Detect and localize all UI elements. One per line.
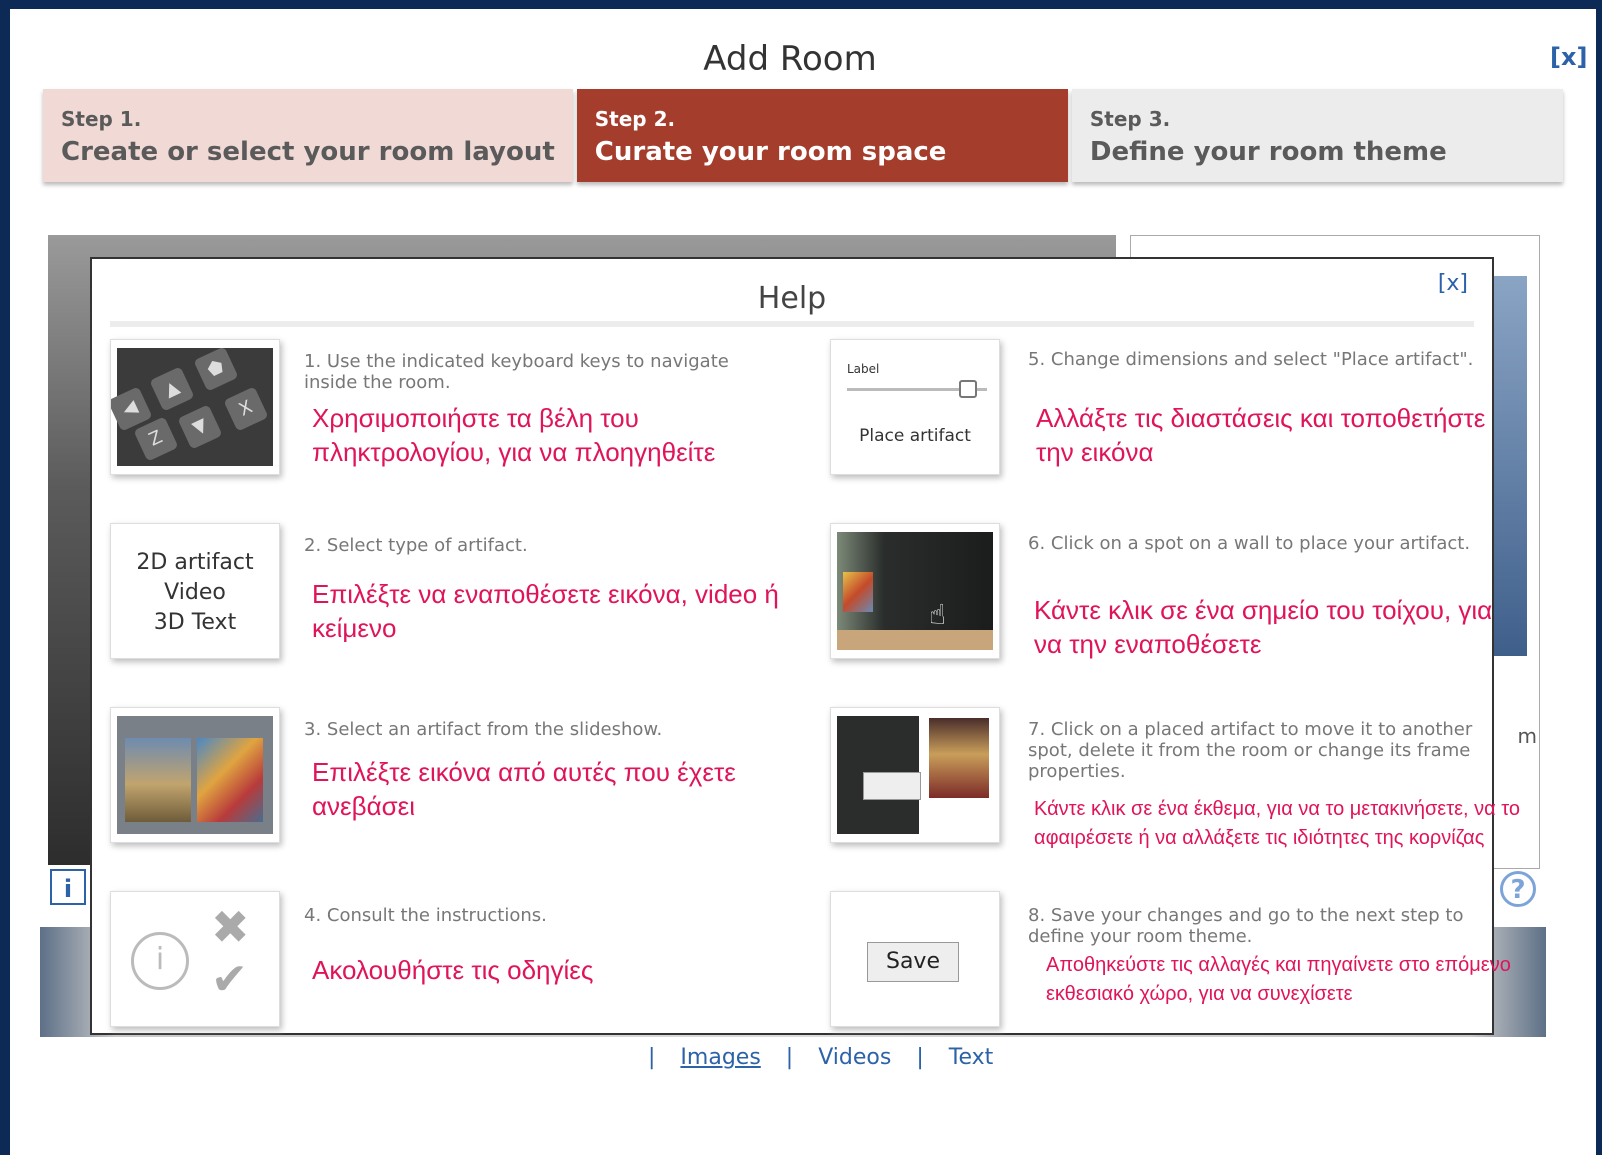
keyboard-keys-thumbnail: ◀ ▲ ⬟ Z ▼ X [110, 339, 280, 475]
help-step-7-translation: Κάντε κλικ σε ένα έκθεμα, για να το μετα… [1034, 798, 1521, 849]
artifact-type-thumbnail: 2D artifact Video 3D Text [110, 523, 280, 659]
step-number: Step 2. [594, 107, 676, 131]
text-link[interactable]: Text [949, 1045, 994, 1070]
arrow-key-icon: ▲ [149, 366, 195, 412]
hand-cursor-icon: ☝ [929, 598, 947, 631]
images-link[interactable]: Images [680, 1045, 760, 1070]
videos-link[interactable]: Videos [818, 1045, 891, 1070]
help-step-2-text: 2. Select type of artifact. [304, 535, 528, 556]
place-artifact-thumbnail: Label Place artifact [830, 339, 1000, 475]
help-step-6-translation: Κάντε κλικ σε ένα σημείο του τοίχου, για… [1034, 595, 1493, 659]
help-step-3-translation: Επιλέξτε εικόνα από αυτές που έχετε ανεβ… [312, 757, 736, 821]
help-close-button[interactable]: [x] [1438, 271, 1468, 296]
wall-spot-thumbnail: ☝ [830, 523, 1000, 659]
help-step-6-text: 6. Click on a spot on a wall to place yo… [1028, 533, 1471, 554]
wall-painting [843, 572, 873, 612]
step-label: Define your room theme [1089, 137, 1447, 167]
help-icon[interactable]: ? [1500, 871, 1536, 907]
step-2-tab[interactable]: Step 2. Curate your room space [576, 89, 1068, 182]
move-artifact-image [837, 716, 993, 834]
artifact-type-3d-text: 3D Text [153, 610, 237, 635]
help-step-4-text: 4. Consult the instructions. [304, 905, 547, 926]
help-step-8-translation: Αποθηκεύστε τις αλλαγές και πηγαίνετε στ… [1046, 954, 1511, 1005]
help-step-3-text: 3. Select an artifact from the slideshow… [304, 719, 663, 740]
help-step-5-translation: Αλλάξτε τις διαστάσεις και τοποθετήστε τ… [1036, 403, 1486, 467]
arrow-key-icon: ⬟ [193, 346, 239, 392]
artifact-type-list: 2D artifact Video 3D Text [111, 548, 279, 638]
artifact-type-links: | Images | Videos | Text [630, 1045, 993, 1070]
step-number: Step 1. [61, 107, 142, 131]
help-step-1-translation: Χρησιμοποιήστε τα βέλη του πληκτρολογίου… [312, 403, 716, 467]
keyboard-image: ◀ ▲ ⬟ Z ▼ X [111, 346, 273, 466]
artifact-type-video: Video [164, 580, 226, 605]
help-step-1-text: 1. Use the indicated keyboard keys to na… [304, 351, 729, 393]
save-button-image: Save [867, 942, 959, 982]
painting-landscape [125, 738, 191, 822]
help-step-8-text: 8. Save your changes and go to the next … [1028, 905, 1464, 947]
slider-label: Label [847, 362, 880, 376]
arrow-key-icon: ▼ [177, 404, 223, 450]
info-circle-icon: i [131, 932, 189, 990]
painting-city [197, 738, 263, 822]
link-separator: | [648, 1045, 656, 1070]
dialog-title: Add Room [703, 39, 877, 79]
wizard-steps: Step 1. Create or select your room layou… [43, 89, 1563, 182]
help-step-4-translation: Ακολουθήστε τις οδηγίες [312, 955, 594, 985]
portrait-painting [929, 718, 989, 798]
instructions-thumbnail: i ✖ ✔ [110, 891, 280, 1027]
partial-text: m [1517, 724, 1537, 748]
step-label: Create or select your room layout [61, 137, 555, 167]
checkmark-icon: ✔ [211, 954, 248, 1005]
place-artifact-button-image: Place artifact [859, 426, 971, 446]
context-menu [863, 772, 921, 800]
step-3-tab[interactable]: Step 3. Define your room theme [1071, 89, 1563, 182]
add-room-dialog: Add Room [x] Step 1. Create or select yo… [10, 9, 1596, 1155]
link-separator: | [785, 1045, 794, 1070]
move-artifact-thumbnail [830, 707, 1000, 843]
dialog-close-button[interactable]: [x] [1550, 43, 1587, 71]
step-number: Step 3. [1089, 107, 1171, 131]
help-step-2-translation: Επιλέξτε να εναποθέσετε εικόνα, video ή … [312, 579, 779, 643]
artifact-type-2d: 2D artifact [136, 550, 254, 575]
help-popup: Help [x] ◀ ▲ ⬟ Z ▼ X 1. Use the indicate… [90, 257, 1520, 1035]
help-divider [110, 321, 1474, 327]
room-floor [837, 630, 993, 650]
slider-handle [959, 380, 977, 398]
help-title: Help [757, 281, 827, 316]
slideshow-image [117, 716, 273, 834]
info-icon[interactable]: i [50, 869, 86, 905]
save-thumbnail: Save [830, 891, 1000, 1027]
link-separator: | [916, 1045, 924, 1070]
x-key-icon: X [223, 386, 269, 432]
room-image: ☝ [837, 532, 993, 650]
help-step-7-text: 7. Click on a placed artifact to move it… [1028, 719, 1473, 782]
z-key-icon: Z [133, 416, 179, 462]
step-label: Curate your room space [594, 137, 947, 167]
slideshow-thumbnail [110, 707, 280, 843]
close-x-icon: ✖ [211, 900, 250, 954]
help-step-5-text: 5. Change dimensions and select "Place a… [1028, 349, 1474, 370]
step-1-tab[interactable]: Step 1. Create or select your room layou… [43, 89, 573, 182]
